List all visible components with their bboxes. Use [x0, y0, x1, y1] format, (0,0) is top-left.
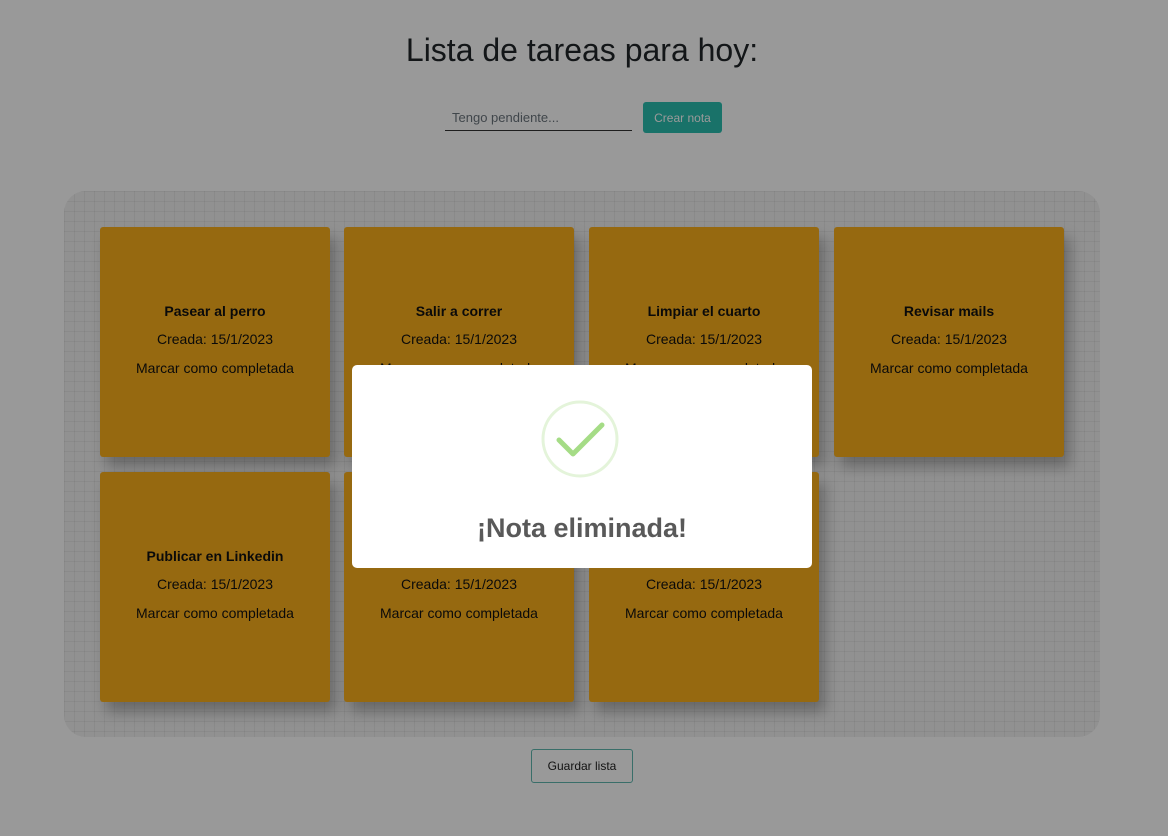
page: Lista de tareas para hoy: Crear nota Pas…: [0, 0, 1168, 836]
dialog-title: ¡Nota eliminada!: [476, 513, 688, 543]
success-dialog: ¡Nota eliminada!: [352, 365, 812, 568]
success-check-icon: [541, 400, 619, 478]
